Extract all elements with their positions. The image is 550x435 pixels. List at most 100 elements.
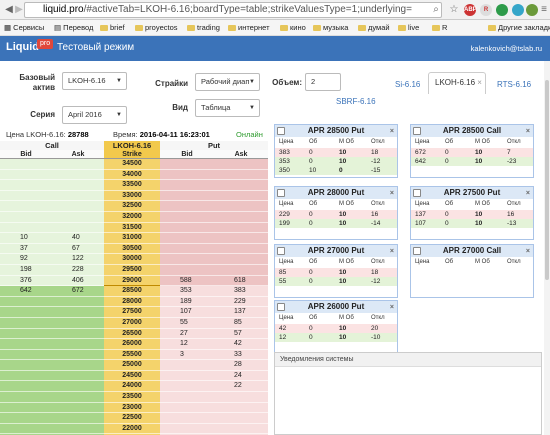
tab-lkoh[interactable]: LKOH-6.16 ×: [428, 72, 486, 94]
call-cell[interactable]: [0, 296, 52, 308]
put-cell[interactable]: [160, 392, 214, 403]
strike-cell[interactable]: 33000: [104, 190, 160, 202]
base-asset-select[interactable]: LKOH-6.16 ▼: [62, 72, 127, 90]
call-cell[interactable]: [0, 169, 52, 181]
call-cell[interactable]: [52, 370, 104, 382]
put-cell[interactable]: 107: [160, 307, 214, 318]
checkbox-icon[interactable]: [413, 247, 421, 255]
adblock-icon[interactable]: ABP: [464, 4, 477, 16]
bookmark-music[interactable]: музыка: [313, 20, 348, 36]
close-icon[interactable]: ×: [390, 246, 394, 258]
call-cell[interactable]: [0, 211, 52, 223]
put-cell[interactable]: [214, 264, 268, 276]
call-cell[interactable]: [52, 413, 104, 424]
put-cell[interactable]: 33: [214, 349, 268, 361]
checkbox-icon[interactable]: [277, 303, 285, 311]
call-cell[interactable]: [52, 423, 104, 435]
call-cell[interactable]: 40: [52, 233, 104, 244]
put-cell[interactable]: [214, 243, 268, 255]
strike-cell[interactable]: 30000: [104, 254, 160, 265]
put-cell[interactable]: [160, 190, 214, 202]
put-cell[interactable]: [214, 423, 268, 435]
call-cell[interactable]: [0, 402, 52, 414]
call-cell[interactable]: 122: [52, 254, 104, 265]
checkbox-icon[interactable]: [277, 247, 285, 255]
call-cell[interactable]: [52, 190, 104, 202]
put-cell[interactable]: [214, 222, 268, 234]
call-cell[interactable]: [52, 381, 104, 393]
put-cell[interactable]: [214, 233, 268, 244]
strike-cell[interactable]: 33500: [104, 180, 160, 191]
put-cell[interactable]: [214, 211, 268, 223]
put-cell[interactable]: [160, 413, 214, 424]
tab-rts[interactable]: RTS-6.16: [497, 80, 531, 89]
logo[interactable]: Liquid: [6, 41, 39, 53]
call-cell[interactable]: [0, 413, 52, 424]
order-book-row[interactable]: 229 0 10 16: [275, 210, 397, 219]
order-book-row[interactable]: 42 0 10 20: [275, 324, 397, 333]
close-icon[interactable]: ×: [390, 302, 394, 314]
call-cell[interactable]: 406: [52, 275, 104, 287]
call-cell[interactable]: [0, 180, 52, 191]
put-cell[interactable]: [160, 201, 214, 212]
strike-cell[interactable]: 34500: [104, 159, 160, 170]
strike-cell[interactable]: 23500: [104, 392, 160, 403]
strike-cell[interactable]: 34000: [104, 169, 160, 181]
strike-cell[interactable]: 30500: [104, 243, 160, 255]
strike-cell[interactable]: 23000: [104, 402, 160, 414]
call-cell[interactable]: [52, 211, 104, 223]
put-cell[interactable]: 137: [214, 307, 268, 318]
put-cell[interactable]: [214, 392, 268, 403]
bookmark-translate[interactable]: ▤ Перевод: [54, 20, 93, 36]
call-cell[interactable]: 642: [0, 286, 52, 297]
bookmark-kino[interactable]: кино: [280, 20, 306, 36]
strike-cell[interactable]: 26500: [104, 328, 160, 340]
put-cell[interactable]: 588: [160, 275, 214, 287]
order-book-row[interactable]: 137 0 10 16: [411, 210, 533, 219]
series-select[interactable]: April 2016 ▼: [62, 106, 127, 124]
close-icon[interactable]: ×: [526, 126, 530, 138]
call-cell[interactable]: [0, 222, 52, 234]
strike-cell[interactable]: 22500: [104, 413, 160, 424]
call-cell[interactable]: [0, 190, 52, 202]
order-book-row[interactable]: 672 0 10 7: [411, 148, 533, 157]
call-cell[interactable]: [52, 159, 104, 170]
strike-cell[interactable]: 28500: [104, 286, 160, 297]
order-book-row[interactable]: 55 0 10 -12: [275, 277, 397, 286]
put-cell[interactable]: [160, 360, 214, 371]
close-icon[interactable]: ×: [390, 188, 394, 200]
call-cell[interactable]: 92: [0, 254, 52, 265]
call-cell[interactable]: [0, 307, 52, 318]
bookmark-r[interactable]: R: [432, 20, 447, 36]
r-extension-icon[interactable]: R: [480, 4, 492, 16]
put-cell[interactable]: 28: [214, 360, 268, 371]
order-book-row[interactable]: 383 0 10 18: [275, 148, 397, 157]
call-cell[interactable]: [52, 222, 104, 234]
strike-cell[interactable]: 25500: [104, 349, 160, 361]
search-icon[interactable]: ⌕: [430, 4, 442, 16]
put-cell[interactable]: 55: [160, 317, 214, 329]
call-cell[interactable]: [0, 328, 52, 340]
put-cell[interactable]: 383: [214, 286, 268, 297]
call-cell[interactable]: [52, 317, 104, 329]
strike-cell[interactable]: 24000: [104, 381, 160, 393]
call-cell[interactable]: [52, 169, 104, 181]
call-cell[interactable]: [0, 360, 52, 371]
call-cell[interactable]: [52, 349, 104, 361]
order-book-row[interactable]: 12 0 10 -10: [275, 333, 397, 342]
put-cell[interactable]: [214, 180, 268, 191]
tab-si[interactable]: Si-6.16: [395, 80, 420, 89]
put-cell[interactable]: 3: [160, 349, 214, 361]
put-cell[interactable]: 229: [214, 296, 268, 308]
put-cell[interactable]: [160, 370, 214, 382]
put-cell[interactable]: 353: [160, 286, 214, 297]
strike-cell[interactable]: 22000: [104, 423, 160, 435]
call-cell[interactable]: 10: [0, 233, 52, 244]
order-book-row[interactable]: 107 0 10 -13: [411, 219, 533, 228]
put-cell[interactable]: [160, 381, 214, 393]
put-cell[interactable]: [160, 222, 214, 234]
strike-cell[interactable]: 29000: [104, 275, 160, 287]
puzzle-extension-icon[interactable]: [526, 4, 538, 16]
call-cell[interactable]: 672: [52, 286, 104, 297]
bookmark-internet[interactable]: интернет: [228, 20, 270, 36]
